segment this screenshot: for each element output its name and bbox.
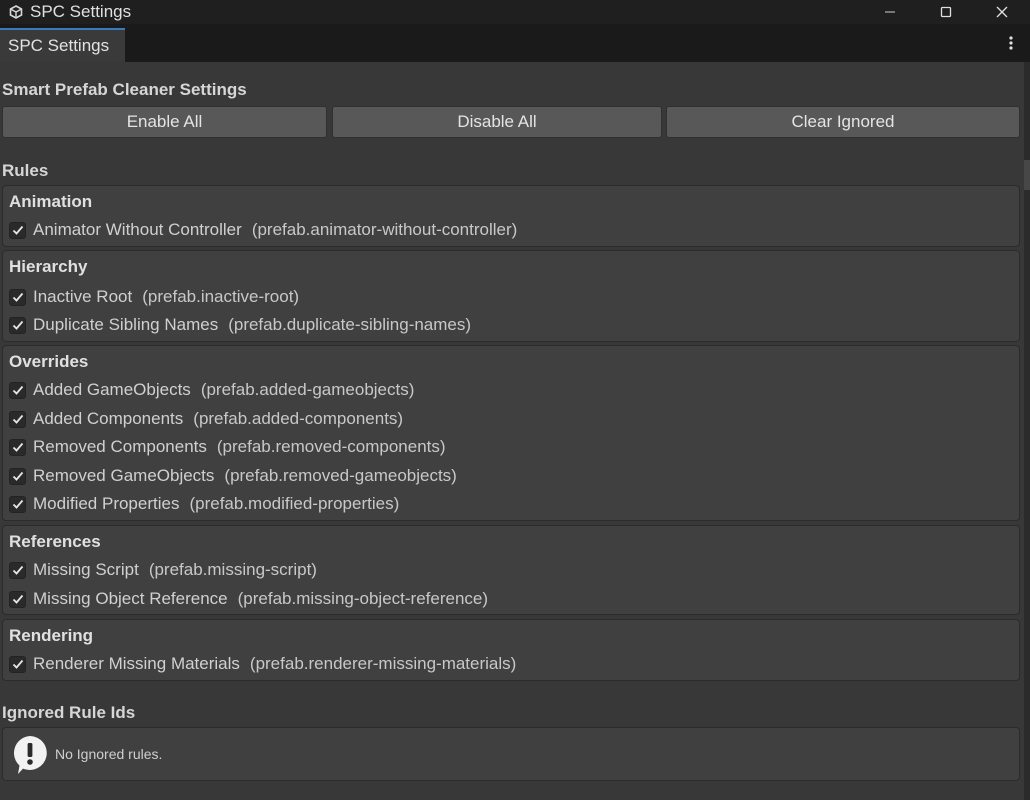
checkbox[interactable] <box>9 381 26 399</box>
tab-label: SPC Settings <box>8 36 110 55</box>
rule-name: Missing Object Reference <box>33 589 228 608</box>
checkmark-icon <box>12 225 23 235</box>
ignored-rules-helpbox: No Ignored rules. <box>2 727 1020 781</box>
checkbox[interactable] <box>9 288 26 306</box>
rule-name: Renderer Missing Materials <box>33 654 240 673</box>
disable-all-button[interactable]: Disable All <box>332 106 662 138</box>
scrollbar-thumb[interactable] <box>1024 160 1030 190</box>
rule-id: (prefab.inactive-root) <box>142 287 300 306</box>
no-ignored-rules-message: No Ignored rules. <box>55 746 163 762</box>
checkbox[interactable] <box>9 655 26 673</box>
rule-name: Added Components <box>33 409 184 428</box>
settings-header: Smart Prefab Cleaner Settings <box>2 80 247 99</box>
rule-toggle[interactable]: Removed Components (prefab.removed-compo… <box>9 436 446 458</box>
checkbox[interactable] <box>9 590 26 608</box>
rules-label: Rules <box>2 161 49 180</box>
rule-id: (prefab.added-gameobjects) <box>200 380 415 399</box>
checkmark-icon <box>12 292 23 302</box>
rule-id: (prefab.removed-components) <box>216 437 446 456</box>
rule-name: Modified Properties <box>33 494 180 513</box>
checkmark-icon <box>12 320 23 330</box>
checkbox[interactable] <box>9 495 26 513</box>
rule-name: Missing Script <box>33 560 139 579</box>
rule-name: Inactive Root <box>33 287 133 306</box>
checkmark-icon <box>12 442 23 452</box>
info-icon <box>13 736 47 774</box>
unity-logo-icon <box>8 4 24 20</box>
checkbox[interactable] <box>9 438 26 456</box>
checkbox[interactable] <box>9 467 26 485</box>
rule-group-rendering: Rendering Renderer Missing Materials (pr… <box>2 619 1020 681</box>
rule-group-animation: Animation Animator Without Controller (p… <box>2 185 1020 247</box>
checkmark-icon <box>12 659 23 669</box>
rule-group-references: References Missing Script (prefab.missin… <box>2 525 1020 615</box>
rule-id: (prefab.added-components) <box>193 409 404 428</box>
rule-toggle[interactable]: Added Components (prefab.added-component… <box>9 408 403 430</box>
rule-toggle[interactable]: Added GameObjects (prefab.added-gameobje… <box>9 379 414 401</box>
rule-id: (prefab.modified-properties) <box>189 494 400 513</box>
rule-id: (prefab.duplicate-sibling-names) <box>228 315 472 334</box>
checkbox[interactable] <box>9 221 26 239</box>
group-title: Hierarchy <box>9 257 88 276</box>
checkmark-icon <box>12 414 23 424</box>
rule-id: (prefab.removed-gameobjects) <box>224 466 457 485</box>
group-title: Overrides <box>9 352 89 371</box>
checkbox[interactable] <box>9 561 26 579</box>
group-title: Animation <box>9 192 93 211</box>
rule-name: Duplicate Sibling Names <box>33 315 219 334</box>
group-title: Rendering <box>9 626 94 645</box>
maximize-button[interactable] <box>918 0 974 24</box>
rule-name: Added GameObjects <box>33 380 191 399</box>
rule-id: (prefab.missing-script) <box>148 560 317 579</box>
close-button[interactable] <box>974 0 1030 24</box>
ignored-rule-ids-label: Ignored Rule Ids <box>2 703 136 722</box>
kebab-menu-icon[interactable] <box>1008 35 1014 51</box>
checkmark-icon <box>12 565 23 575</box>
close-icon <box>996 6 1008 18</box>
rule-toggle[interactable]: Renderer Missing Materials (prefab.rende… <box>9 653 516 675</box>
enable-all-button[interactable]: Enable All <box>2 106 327 138</box>
checkmark-icon <box>12 385 23 395</box>
group-title: References <box>9 532 101 551</box>
rule-id: (prefab.missing-object-reference) <box>237 589 489 608</box>
rule-name: Removed Components <box>33 437 207 456</box>
checkbox[interactable] <box>9 316 26 334</box>
rule-toggle[interactable]: Duplicate Sibling Names (prefab.duplicat… <box>9 314 471 336</box>
rule-group-overrides: Overrides Added GameObjects (prefab.adde… <box>2 345 1020 521</box>
rule-id: (prefab.renderer-missing-materials) <box>249 654 517 673</box>
window-title: SPC Settings <box>30 2 132 21</box>
rule-toggle[interactable]: Removed GameObjects (prefab.removed-game… <box>9 465 457 487</box>
rule-toggle[interactable]: Animator Without Controller (prefab.anim… <box>9 219 517 241</box>
maximize-icon <box>940 6 952 18</box>
rule-toggle[interactable]: Missing Script (prefab.missing-script) <box>9 559 317 581</box>
rule-toggle[interactable]: Missing Object Reference (prefab.missing… <box>9 588 488 610</box>
checkmark-icon <box>12 499 23 509</box>
rule-toggle[interactable]: Inactive Root (prefab.inactive-root) <box>9 286 299 308</box>
checkmark-icon <box>12 471 23 481</box>
checkbox[interactable] <box>9 410 26 428</box>
rule-name: Animator Without Controller <box>33 220 242 239</box>
rule-name: Removed GameObjects <box>33 466 215 485</box>
window-titlebar: SPC Settings <box>0 0 1030 24</box>
minimize-icon <box>885 11 895 13</box>
tab-bar: SPC Settings <box>0 24 1030 62</box>
minimize-button[interactable] <box>862 0 918 24</box>
checkmark-icon <box>12 594 23 604</box>
rule-id: (prefab.animator-without-controller) <box>251 220 518 239</box>
rule-toggle[interactable]: Modified Properties (prefab.modified-pro… <box>9 493 399 515</box>
clear-ignored-button[interactable]: Clear Ignored <box>666 106 1020 138</box>
tab-spc-settings[interactable]: SPC Settings <box>0 28 125 62</box>
rule-group-hierarchy: Hierarchy Inactive Root (prefab.inactive… <box>2 250 1020 342</box>
